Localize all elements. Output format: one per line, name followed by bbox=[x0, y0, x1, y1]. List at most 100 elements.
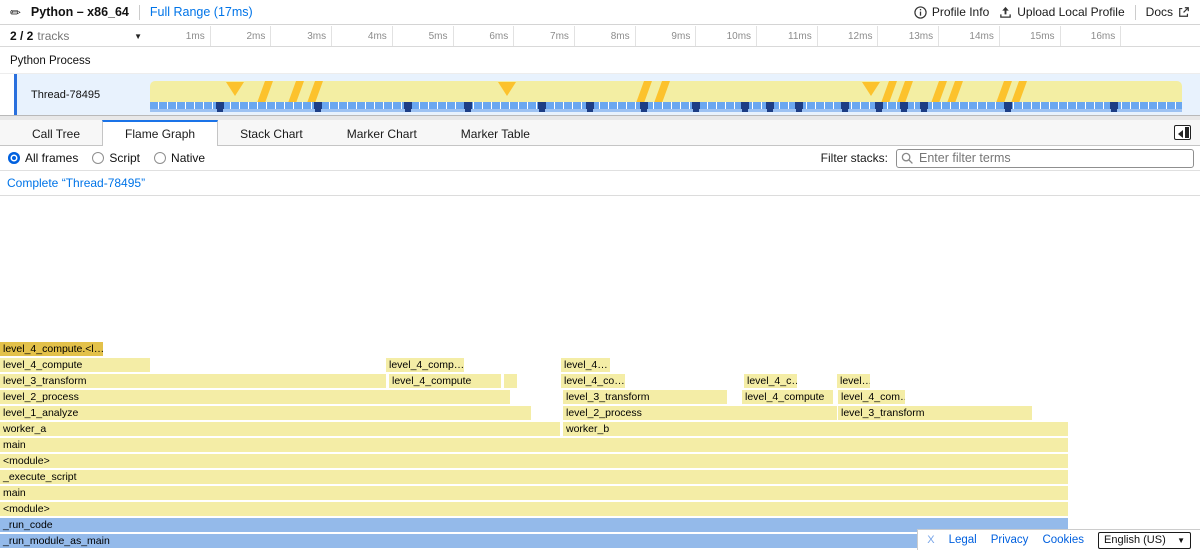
marker-slash-icon bbox=[653, 81, 670, 102]
tick-dash bbox=[876, 109, 882, 112]
marker-slash-icon bbox=[635, 81, 652, 102]
flame-frame-main[interactable]: main bbox=[0, 486, 1068, 500]
tab-bar: Call TreeFlame GraphStack ChartMarker Ch… bbox=[0, 120, 1200, 146]
radio-native[interactable]: Native bbox=[154, 151, 205, 165]
footer-link-legal[interactable]: Legal bbox=[949, 534, 977, 546]
top-bar-right: Profile Info Upload Local Profile Docs bbox=[914, 5, 1190, 20]
tab-call-tree[interactable]: Call Tree bbox=[10, 120, 102, 145]
tick-dash bbox=[405, 109, 411, 112]
footer-link-privacy[interactable]: Privacy bbox=[991, 534, 1029, 546]
tick-dash bbox=[1111, 109, 1117, 112]
breadcrumb[interactable]: Complete “Thread-78495” bbox=[7, 176, 145, 190]
flame-frame-level-4-co[interactable]: level_4_co… bbox=[561, 374, 625, 388]
filter-input-wrap bbox=[896, 149, 1194, 168]
tab-marker-chart[interactable]: Marker Chart bbox=[325, 120, 439, 145]
language-select[interactable]: English (US) ▼ bbox=[1098, 532, 1191, 549]
flame-frame-level-4-compute-l[interactable]: level_4_compute.<l… bbox=[0, 342, 103, 356]
tick-dash bbox=[465, 109, 471, 112]
sample-dark-segment bbox=[314, 102, 322, 109]
flame-frame[interactable] bbox=[504, 374, 517, 388]
timeline-ruler[interactable]: 1ms2ms3ms4ms5ms6ms7ms8ms9ms10ms11ms12ms1… bbox=[150, 26, 1182, 46]
ruler-tick: 15ms bbox=[1000, 26, 1061, 46]
sample-dark-segment bbox=[586, 102, 594, 109]
edit-name-icon[interactable]: ✏ bbox=[10, 6, 21, 19]
flame-frame-level-3-transform[interactable]: level_3_transform bbox=[563, 390, 727, 404]
flame-frame-level-3-transform[interactable]: level_3_transform bbox=[0, 374, 386, 388]
tab-stack-chart[interactable]: Stack Chart bbox=[218, 120, 325, 145]
ruler-tick: 4ms bbox=[332, 26, 393, 46]
ruler-tick: 8ms bbox=[575, 26, 636, 46]
flame-frame-level-4-com[interactable]: level_4_com… bbox=[838, 390, 905, 404]
flame-frame-main[interactable]: main bbox=[0, 438, 1068, 452]
filter-stacks-input[interactable] bbox=[896, 149, 1194, 168]
flame-frame-level-4-comp[interactable]: level_4_comp… bbox=[386, 358, 464, 372]
flame-graph[interactable]: level_4_compute.<l…level_4_computelevel_… bbox=[0, 196, 1200, 550]
ruler-tick: 16ms bbox=[1061, 26, 1122, 46]
flame-frame-run-module-as-main[interactable]: _run_module_as_main bbox=[0, 534, 1068, 548]
flame-frame-worker-b[interactable]: worker_b bbox=[563, 422, 1068, 436]
radio-icon bbox=[92, 152, 104, 164]
language-value: English (US) bbox=[1104, 534, 1166, 546]
docs-link[interactable]: Docs bbox=[1146, 5, 1190, 19]
flame-frame-level-2-process[interactable]: level_2_process bbox=[563, 406, 837, 420]
flame-frame-execute-script[interactable]: _execute_script bbox=[0, 470, 1068, 484]
chevron-down-icon: ▼ bbox=[134, 32, 142, 41]
marker-slash-icon bbox=[897, 81, 914, 102]
radio-all-frames[interactable]: All frames bbox=[8, 151, 78, 165]
footer-links: Legal Privacy Cookies bbox=[949, 534, 1098, 546]
radio-icon bbox=[154, 152, 166, 164]
radio-script[interactable]: Script bbox=[92, 151, 140, 165]
flame-frame-level-2-process[interactable]: level_2_process bbox=[0, 390, 510, 404]
sample-bar bbox=[150, 102, 1182, 109]
flame-frame-level[interactable]: level… bbox=[837, 374, 870, 388]
frame-filter-controls: All frames Script Native Filter stacks: bbox=[0, 146, 1200, 171]
marker-slash-icon bbox=[996, 81, 1013, 102]
tick-dash bbox=[217, 109, 223, 112]
legal-footer: X Legal Privacy Cookies English (US) ▼ bbox=[917, 529, 1200, 550]
radio-icon bbox=[8, 152, 20, 164]
tab-flame-graph[interactable]: Flame Graph bbox=[102, 120, 218, 146]
ruler-tick: 13ms bbox=[878, 26, 939, 46]
track-python-process[interactable]: Python Process bbox=[0, 48, 1200, 74]
footer-close-button[interactable]: X bbox=[927, 534, 934, 546]
marker-slash-icon bbox=[306, 81, 323, 102]
tick-dash bbox=[315, 109, 321, 112]
flame-frame-level-4-compute[interactable]: level_4_compute bbox=[742, 390, 833, 404]
flame-rows: level_4_compute.<l…level_4_computelevel_… bbox=[0, 342, 1200, 550]
flame-frame-level-1-analyze[interactable]: level_1_analyze bbox=[0, 406, 531, 420]
tick-dash bbox=[641, 109, 647, 112]
filter-stacks-label: Filter stacks: bbox=[821, 151, 888, 165]
footer-link-cookies[interactable]: Cookies bbox=[1042, 534, 1084, 546]
profile-name[interactable]: Python – x86_64 bbox=[31, 5, 129, 19]
flame-frame-level-4-compute[interactable]: level_4_compute bbox=[389, 374, 501, 388]
flame-frame-run-code[interactable]: _run_code bbox=[0, 518, 1068, 532]
flame-frame-worker-a[interactable]: worker_a bbox=[0, 422, 560, 436]
tracks-dropdown[interactable]: 2 / 2 tracks ▼ bbox=[0, 26, 150, 46]
track-thread-78495[interactable]: Thread-78495 bbox=[0, 74, 1200, 116]
radio-label: Script bbox=[109, 151, 140, 165]
thread-track: Thread-78495 bbox=[14, 74, 1200, 115]
divider bbox=[1135, 5, 1136, 20]
sidebar-toggle-icon[interactable] bbox=[1174, 125, 1191, 140]
flame-frame-level-4-c[interactable]: level_4_c… bbox=[744, 374, 797, 388]
ruler-tick: 1ms bbox=[150, 26, 211, 46]
full-range-button[interactable]: Full Range (17ms) bbox=[150, 5, 253, 19]
sample-dark-segment bbox=[640, 102, 648, 109]
marker-arrow-icon bbox=[862, 82, 880, 96]
flame-frame-level-3-transform[interactable]: level_3_transform bbox=[838, 406, 1032, 420]
tab-marker-table[interactable]: Marker Table bbox=[439, 120, 552, 145]
tick-strip bbox=[150, 109, 1182, 112]
tick-dash bbox=[767, 109, 773, 112]
thread-activity-graph[interactable] bbox=[150, 81, 1182, 112]
flame-frame-level-4-compute[interactable]: level_4_compute bbox=[0, 358, 150, 372]
profile-info-button[interactable]: Profile Info bbox=[914, 5, 989, 19]
tracks-count: 2 / 2 bbox=[10, 29, 33, 43]
upload-button[interactable]: Upload Local Profile bbox=[999, 5, 1124, 19]
flame-frame-module[interactable]: <module> bbox=[0, 502, 1068, 516]
marker-slash-icon bbox=[1010, 81, 1027, 102]
flame-frame-module[interactable]: <module> bbox=[0, 454, 1068, 468]
flame-frame-level-4[interactable]: level_4… bbox=[561, 358, 610, 372]
divider bbox=[139, 5, 140, 20]
breadcrumb-row: Complete “Thread-78495” bbox=[0, 171, 1200, 196]
sample-dark-segment bbox=[841, 102, 849, 109]
